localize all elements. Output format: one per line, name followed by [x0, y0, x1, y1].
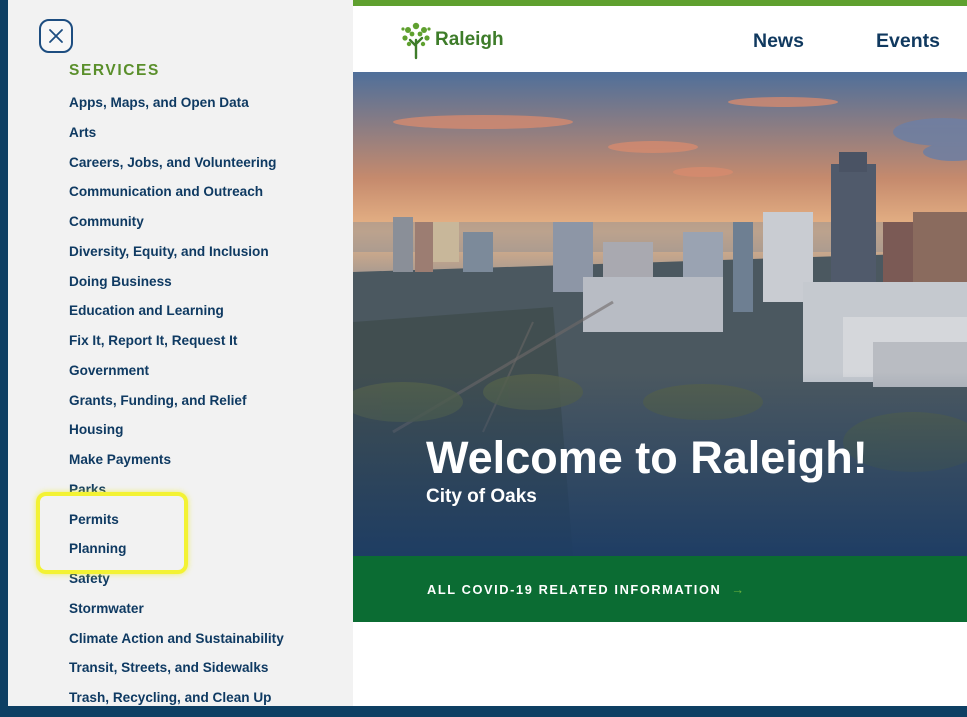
service-link-education[interactable]: Education and Learning	[69, 300, 284, 330]
service-link-climate[interactable]: Climate Action and Sustainability	[69, 628, 284, 658]
services-list: Apps, Maps, and Open Data Arts Careers, …	[69, 92, 284, 717]
close-icon	[49, 29, 63, 43]
logo-text: Raleigh	[435, 29, 504, 50]
covid-link-text: ALL COVID-19 RELATED INFORMATION	[427, 582, 722, 597]
service-link-stormwater[interactable]: Stormwater	[69, 598, 284, 628]
service-link-grants[interactable]: Grants, Funding, and Relief	[69, 390, 284, 420]
covid-info-link[interactable]: ALL COVID-19 RELATED INFORMATION →	[427, 582, 744, 597]
site-header: Raleigh News Events	[353, 0, 967, 72]
covid-banner: ALL COVID-19 RELATED INFORMATION →	[353, 556, 967, 622]
service-link-diversity[interactable]: Diversity, Equity, and Inclusion	[69, 241, 284, 271]
service-link-housing[interactable]: Housing	[69, 419, 284, 449]
service-link-transit[interactable]: Transit, Streets, and Sidewalks	[69, 657, 284, 687]
service-link-government[interactable]: Government	[69, 360, 284, 390]
nav-events[interactable]: Events	[876, 30, 940, 53]
service-link-careers[interactable]: Careers, Jobs, and Volunteering	[69, 152, 284, 182]
arrow-right-icon: →	[731, 582, 745, 597]
service-link-communication[interactable]: Communication and Outreach	[69, 181, 284, 211]
nav-news[interactable]: News	[753, 30, 804, 53]
services-heading: SERVICES	[69, 62, 160, 79]
service-link-arts[interactable]: Arts	[69, 122, 284, 152]
service-link-trash[interactable]: Trash, Recycling, and Clean Up	[69, 687, 284, 717]
content-area	[353, 622, 967, 706]
annotation-highlight-box	[36, 492, 188, 574]
oak-tree-logo-icon	[401, 22, 431, 60]
service-link-community[interactable]: Community	[69, 211, 284, 241]
raleigh-logo[interactable]: Raleigh	[399, 20, 504, 60]
service-link-apps-maps[interactable]: Apps, Maps, and Open Data	[69, 92, 284, 122]
hero-subtitle: City of Oaks	[426, 486, 537, 507]
services-drawer: SERVICES Apps, Maps, and Open Data Arts …	[8, 0, 353, 706]
service-link-doing-business[interactable]: Doing Business	[69, 271, 284, 301]
hero-banner: Welcome to Raleigh! City of Oaks	[353, 72, 967, 556]
hero-title: Welcome to Raleigh!	[426, 432, 868, 483]
service-link-make-payments[interactable]: Make Payments	[69, 449, 284, 479]
close-button[interactable]	[39, 19, 73, 53]
service-link-fix-it[interactable]: Fix It, Report It, Request It	[69, 330, 284, 360]
